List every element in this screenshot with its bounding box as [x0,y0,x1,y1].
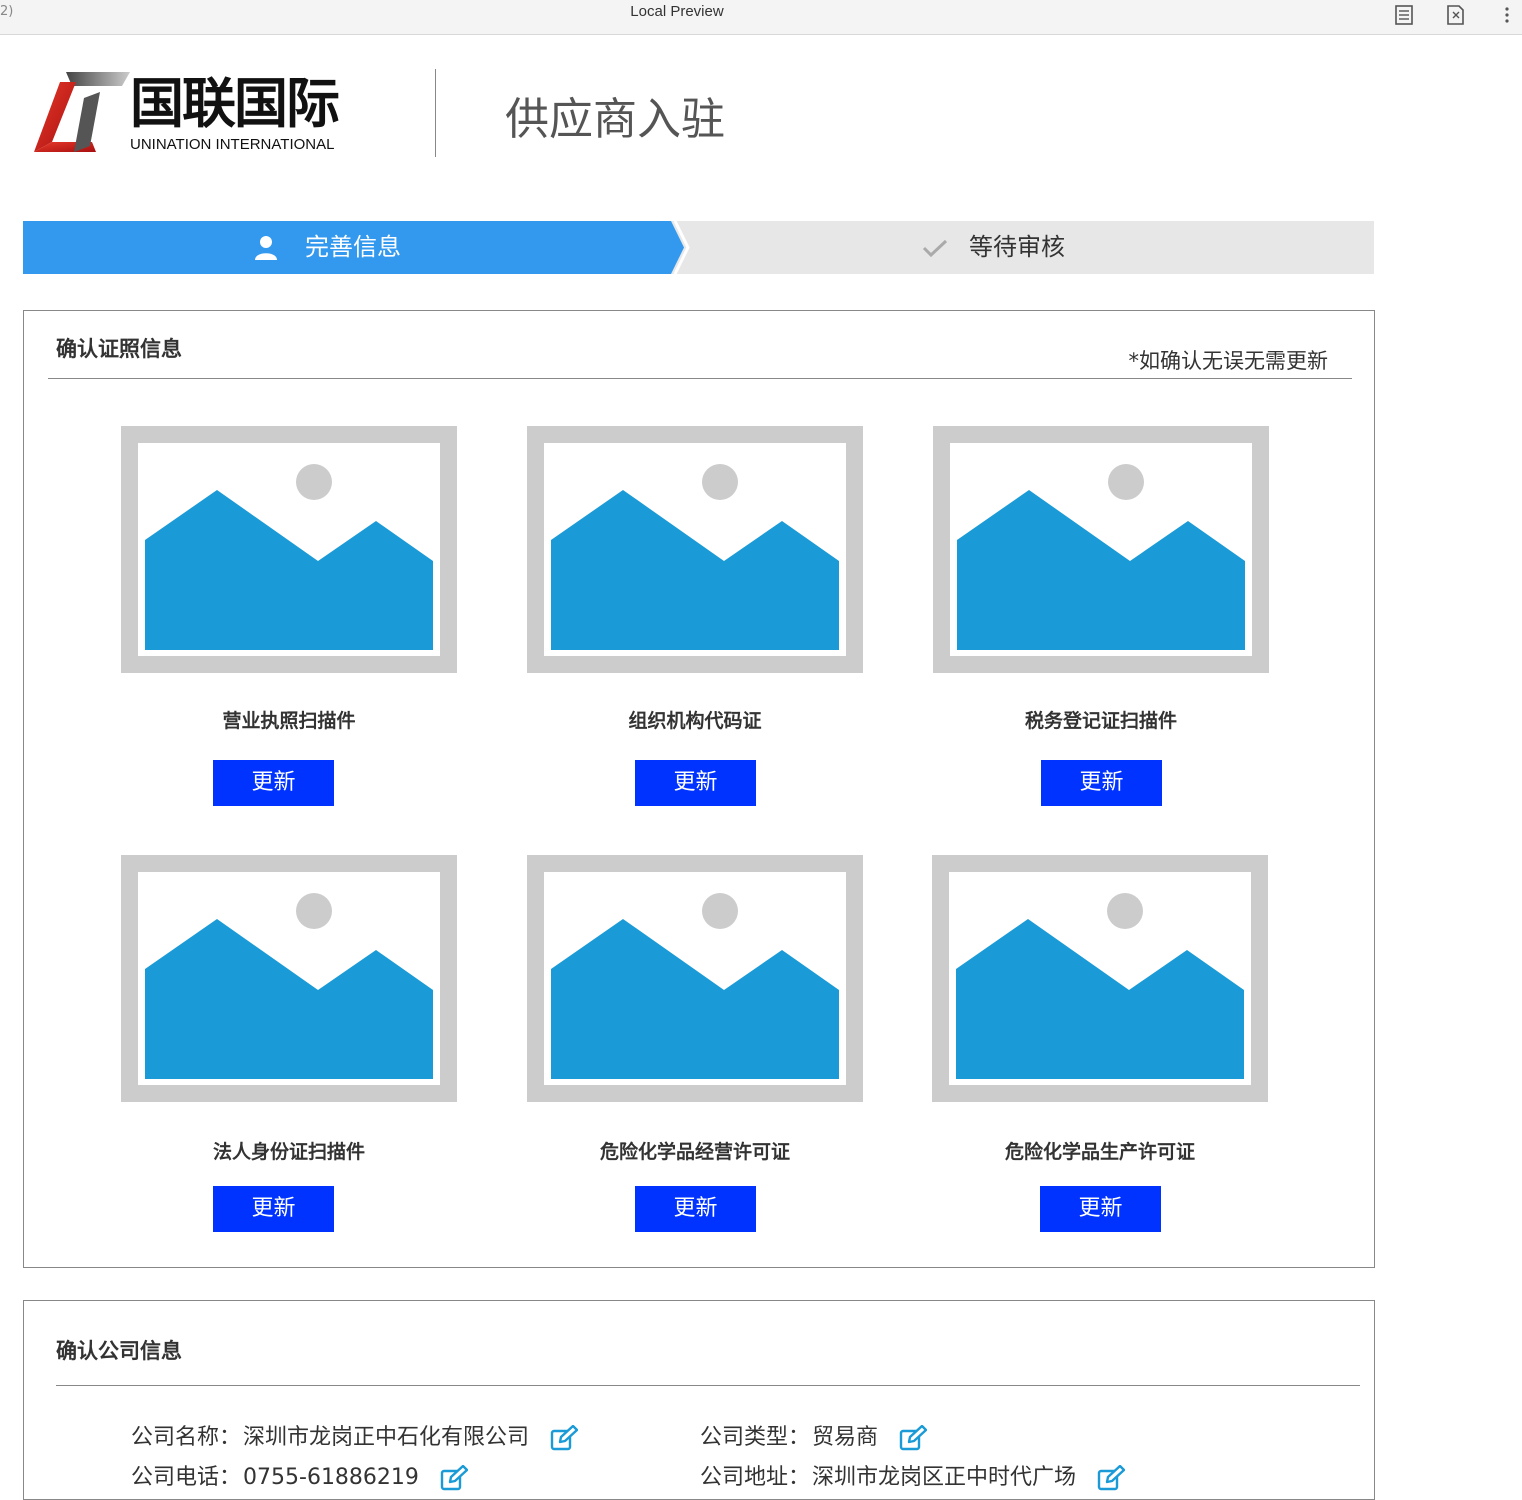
company-logo[interactable]: 国联国际 UNINATION INTERNATIONAL [30,68,370,160]
license-label: 法人身份证扫描件 [212,1141,365,1163]
company-phone-field: 公司电话：0755-61886219 [131,1459,468,1491]
step-label: 完善信息 [305,233,401,261]
update-button[interactable]: 更新 [213,760,334,806]
field-label: 公司类型： [700,1425,811,1450]
field-value: 深圳市龙岗正中石化有限公司 [243,1425,530,1450]
license-panel: 确认证照信息 *如确认无误无需更新 营业执照扫描件 更新 组织机构代码证 更新 [23,310,1375,1268]
company-type-field: 公司类型：贸易商 [700,1419,928,1451]
field-label: 公司地址： [700,1465,811,1490]
update-button[interactable]: 更新 [635,760,756,806]
license-card: 危险化学品经营许可证 更新 [527,855,863,1232]
image-placeholder-icon[interactable] [121,426,457,673]
panel-title: 确认证照信息 [56,337,182,361]
user-icon [255,236,277,260]
update-button[interactable]: 更新 [635,1186,756,1232]
logo-text-cn: 国联国际 [130,72,340,135]
logo-mark-icon [34,72,130,152]
license-card: 法人身份证扫描件 更新 [121,855,457,1232]
license-card: 营业执照扫描件 更新 [121,426,457,806]
document-icon[interactable] [1394,4,1414,26]
license-label: 危险化学品生产许可证 [1004,1141,1195,1163]
license-label: 危险化学品经营许可证 [599,1141,790,1163]
page-title: 供应商入驻 [505,94,725,145]
company-name-field: 公司名称：深圳市龙岗正中石化有限公司 [131,1419,579,1451]
image-placeholder-icon[interactable] [527,426,863,673]
image-placeholder-icon[interactable] [932,855,1268,1102]
image-placeholder-icon[interactable] [933,426,1269,673]
logo-text-en: UNINATION INTERNATIONAL [130,136,335,153]
license-label: 组织机构代码证 [628,710,762,732]
edit-icon[interactable] [440,1465,468,1491]
panel-divider [48,378,1352,379]
update-button[interactable]: 更新 [1040,1186,1161,1232]
company-panel: 确认公司信息 公司名称：深圳市龙岗正中石化有限公司 公司类型：贸易商 公司电话：… [23,1300,1375,1500]
open-external-icon[interactable] [1445,4,1465,26]
license-label: 税务登记证扫描件 [1024,710,1177,732]
field-value: 深圳市龙岗区正中时代广场 [812,1465,1077,1490]
license-label: 营业执照扫描件 [222,710,356,732]
edit-icon[interactable] [550,1425,579,1451]
license-card: 组织机构代码证 更新 [527,426,863,806]
edit-icon[interactable] [899,1425,928,1451]
progress-steps: 完善信息 等待审核 [23,221,1374,274]
panel-divider [56,1385,1360,1386]
preview-title: Local Preview [630,3,724,20]
header-divider [435,69,436,157]
image-placeholder-icon[interactable] [121,855,457,1102]
step-label: 等待审核 [969,233,1065,261]
check-icon [922,239,948,258]
company-address-field: 公司地址：深圳市龙岗区正中时代广场 [700,1459,1126,1491]
update-button[interactable]: 更新 [1041,760,1162,806]
license-card: 危险化学品生产许可证 更新 [932,855,1268,1232]
license-card: 税务登记证扫描件 更新 [933,426,1269,806]
update-button[interactable]: 更新 [213,1186,334,1232]
field-value: 0755-61886219 [243,1465,419,1490]
panel-note: *如确认无误无需更新 [1128,349,1329,373]
more-options-icon[interactable] [1499,4,1515,26]
field-value: 贸易商 [812,1425,879,1450]
image-placeholder-icon[interactable] [527,855,863,1102]
field-label: 公司电话： [131,1465,242,1490]
field-label: 公司名称： [131,1425,242,1450]
step-bar-shape [23,221,1374,274]
preview-toolbar: 2) Local Preview [0,0,1522,35]
edit-icon[interactable] [1097,1465,1126,1491]
panel-title: 确认公司信息 [56,1339,182,1363]
